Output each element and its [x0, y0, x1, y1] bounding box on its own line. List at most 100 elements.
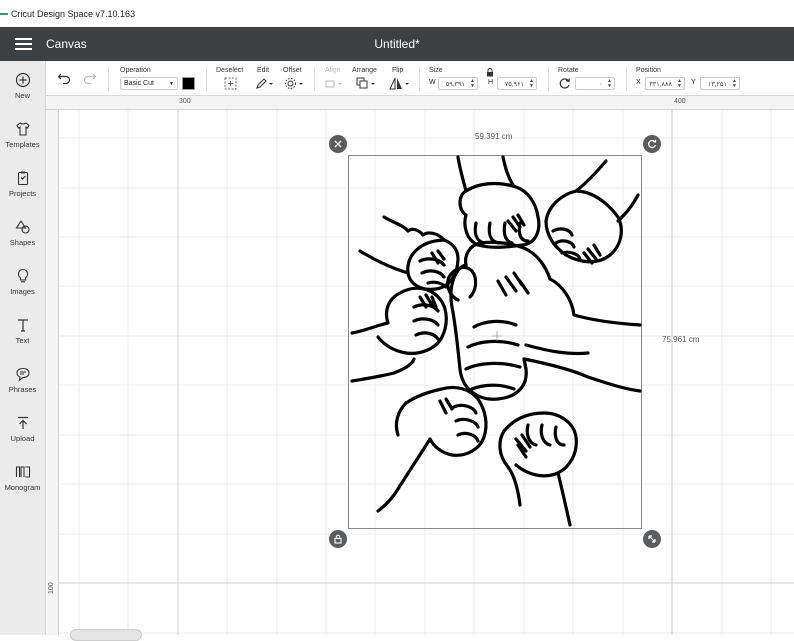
sidebar-item-text[interactable]: Text — [0, 306, 45, 355]
deselect-label: Deselect — [216, 67, 244, 74]
document-title: Untitled* — [374, 37, 420, 51]
sidebar-item-new[interactable]: New — [0, 61, 45, 110]
bulb-icon — [17, 268, 28, 282]
toolbar-divider — [548, 67, 549, 91]
sidebar-item-label: New — [14, 90, 30, 100]
edit-toolbar: Operation Basic Cut ▼ Deselect Edit Offs… — [46, 61, 794, 96]
resize-arrows-icon — [648, 535, 656, 543]
flip-label: Flip — [392, 67, 404, 74]
rotate-icon[interactable] — [558, 77, 571, 90]
toolbar-divider — [626, 67, 627, 91]
flip-icon[interactable] — [389, 77, 411, 90]
design-canvas[interactable]: 59.391 cm 75.961 cm — [59, 110, 794, 635]
align-icon[interactable] — [325, 78, 345, 90]
lock-icon[interactable] — [486, 68, 494, 77]
color-swatch[interactable] — [182, 77, 195, 90]
offset-label: Offset — [283, 67, 302, 74]
operation-select[interactable]: Basic Cut ▼ — [120, 77, 178, 90]
sidebar-item-label: Monogram — [4, 482, 41, 492]
rotate-arrow-icon — [648, 139, 657, 149]
header-bar: Canvas Untitled* — [0, 27, 794, 61]
rotate-handle[interactable] — [643, 135, 661, 153]
stepper-icon[interactable]: ▲ ▼ — [607, 79, 612, 89]
y-prefix: Y — [691, 79, 696, 86]
fist-bump-artwork[interactable] — [348, 155, 642, 529]
sidebar-item-monogram[interactable]: Monogram — [0, 453, 45, 502]
sidebar-item-shapes[interactable]: Shapes — [0, 208, 45, 257]
ruler-mark-100: 100 — [48, 582, 55, 594]
text-icon — [17, 318, 28, 332]
sidebar-item-templates[interactable]: Templates — [0, 110, 45, 159]
width-prefix: W — [429, 79, 436, 86]
rotate-label: Rotate — [558, 67, 579, 74]
redo-icon[interactable] — [83, 72, 97, 84]
sidebar-item-label: Projects — [8, 188, 37, 198]
height-prefix: H — [488, 79, 494, 86]
size-label: Size — [429, 67, 443, 74]
width-dimension-label: 59.391 cm — [475, 132, 513, 141]
sidebar-item-images[interactable]: Images — [0, 257, 45, 306]
sidebar-item-label: Shapes — [9, 237, 36, 247]
app-logo-icon — [0, 12, 8, 15]
delete-handle[interactable] — [329, 135, 347, 153]
toolbar-divider — [108, 67, 109, 91]
sidebar-item-projects[interactable]: Projects — [0, 159, 45, 208]
sidebar-item-phrases[interactable]: Phrases — [0, 355, 45, 404]
operation-value: Basic Cut — [124, 80, 154, 87]
stepper-icon[interactable]: ▲ ▼ — [732, 79, 737, 89]
rotate-input[interactable]: ۰ ▲ ▼ — [575, 77, 615, 90]
window-titlebar: Cricut Design Space v7.10.163 — [0, 0, 794, 27]
height-dimension-label: 75.961 cm — [662, 335, 700, 344]
x-position-input[interactable]: ۳۳۱,۸۸۸ ▲ ▼ — [645, 77, 685, 90]
stepper-icon[interactable]: ▲ ▼ — [470, 79, 475, 89]
align-label: Align — [325, 67, 341, 74]
vertical-ruler: 100 — [46, 110, 59, 635]
horizontal-ruler: 300 400 — [46, 96, 794, 110]
toolbar-divider — [419, 67, 420, 91]
operation-label: Operation — [120, 67, 151, 74]
lock-handle[interactable] — [329, 530, 347, 548]
plus-circle-icon — [15, 72, 30, 87]
width-input[interactable]: ۵۹,۳۹۱ ▲ ▼ — [438, 77, 478, 90]
zoom-control[interactable] — [70, 629, 142, 641]
sidebar-item-label: Phrases — [8, 384, 37, 394]
height-input[interactable]: ۷۵,۹۶۱ ▲ ▼ — [497, 77, 537, 90]
arrange-icon[interactable] — [356, 77, 378, 90]
sidebar-item-label: Templates — [5, 139, 40, 149]
sidebar-item-label: Upload — [10, 433, 35, 443]
resize-handle[interactable] — [643, 530, 661, 548]
sidebar-item-label: Images — [10, 286, 35, 296]
close-icon — [334, 140, 342, 148]
deselect-icon[interactable] — [224, 77, 237, 90]
upload-icon — [17, 416, 28, 429]
canvas-label: Canvas — [46, 37, 87, 51]
toolbar-divider — [206, 67, 207, 91]
arrange-label: Arrange — [352, 67, 377, 74]
sidebar-item-label: Text — [15, 335, 30, 345]
offset-icon[interactable] — [284, 77, 306, 90]
stepper-icon[interactable]: ▲ ▼ — [677, 79, 682, 89]
ruler-mark-300: 300 — [179, 98, 191, 105]
sidebar-item-upload[interactable]: Upload — [0, 404, 45, 453]
monogram-icon — [15, 465, 30, 478]
x-prefix: X — [636, 79, 641, 86]
edit-label: Edit — [257, 67, 270, 74]
speech-bubble-icon — [15, 367, 30, 381]
y-position-value: ۱۳,۲۵۱ — [707, 80, 727, 88]
stepper-icon[interactable]: ▲ ▼ — [529, 79, 534, 89]
rotate-value: ۰ — [598, 80, 603, 88]
y-position-input[interactable]: ۱۳,۲۵۱ ▲ ▼ — [700, 77, 740, 90]
height-value: ۷۵,۹۶۱ — [504, 80, 524, 88]
pen-icon[interactable] — [255, 77, 275, 90]
x-position-value: ۳۳۱,۸۸۸ — [649, 80, 672, 88]
clipboard-icon — [17, 171, 28, 185]
window-title: Cricut Design Space v7.10.163 — [11, 8, 136, 19]
undo-icon[interactable] — [57, 72, 71, 84]
chevron-down-icon: ▼ — [169, 80, 174, 87]
position-label: Position — [636, 67, 661, 74]
shirt-icon — [15, 121, 30, 136]
shapes-icon — [14, 219, 30, 234]
lock-closed-icon — [334, 534, 342, 544]
toolbar-divider — [314, 67, 315, 91]
menu-icon[interactable] — [0, 35, 46, 53]
